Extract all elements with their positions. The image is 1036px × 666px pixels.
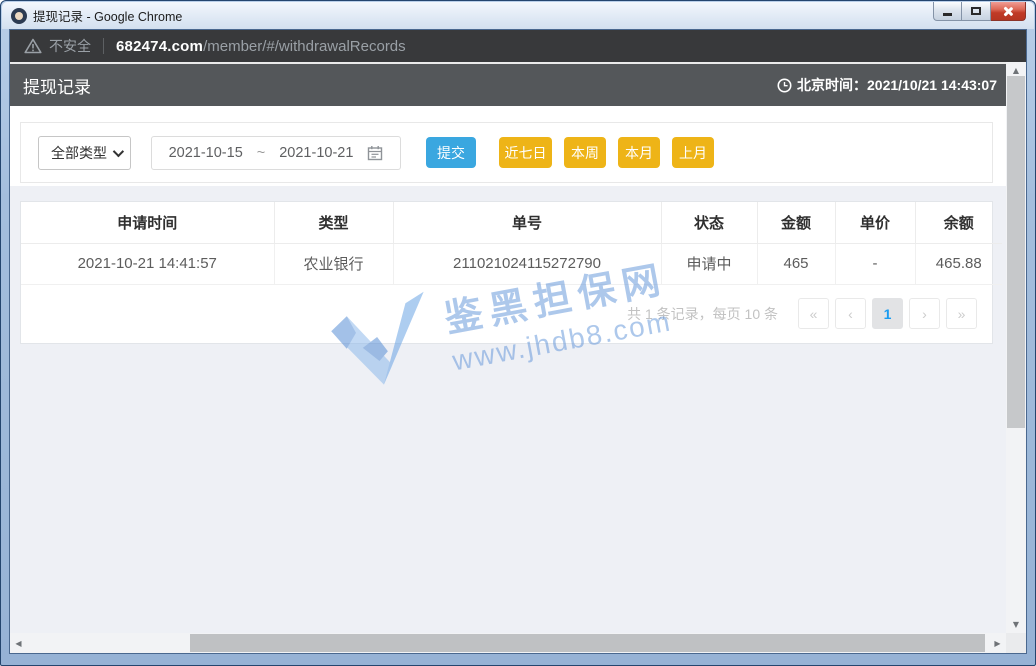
cell-amount: 465 <box>757 243 835 284</box>
minimize-icon <box>943 13 952 16</box>
window-titlebar: 提现记录 - Google Chrome <box>2 2 1034 29</box>
col-amount: 金额 <box>757 202 835 243</box>
scroll-right-button[interactable]: ▶ <box>989 633 1006 653</box>
col-status: 状态 <box>661 202 757 243</box>
browser-client-area: 不安全 682474.com/member/#/withdrawalRecord… <box>9 29 1027 654</box>
table-row: 2021-10-21 14:41:57 农业银行 211021024115272… <box>21 243 1002 284</box>
date-range-input[interactable]: 2021-10-15 ~ 2021-10-21 <box>151 136 401 170</box>
pagination-last-button[interactable]: » <box>946 298 977 329</box>
quick-range-lastmonth-button[interactable]: 上月 <box>672 137 714 168</box>
cell-unit-price: - <box>835 243 915 284</box>
url-domain: 682474.com <box>116 38 203 55</box>
site-favicon-icon <box>11 8 27 24</box>
close-button[interactable] <box>991 2 1026 21</box>
scroll-down-button[interactable]: ▼ <box>1006 616 1026 633</box>
address-bar: 不安全 682474.com/member/#/withdrawalRecord… <box>10 30 1026 62</box>
url-divider <box>103 38 104 54</box>
col-unit-price: 单价 <box>835 202 915 243</box>
pagination-first-button[interactable]: « <box>798 298 829 329</box>
pagination-next-button[interactable]: › <box>909 298 940 329</box>
col-order-no: 单号 <box>393 202 661 243</box>
page-content: 全部类型 2021-10-15 ~ 2021-10-21 <box>10 106 1006 633</box>
type-select-value: 全部类型 <box>51 143 107 163</box>
col-balance: 余额 <box>915 202 1002 243</box>
page-title: 提现记录 <box>23 73 91 98</box>
url-path: /member/#/withdrawalRecords <box>203 38 406 55</box>
col-type: 类型 <box>274 202 393 243</box>
date-to: 2021-10-21 <box>279 145 353 161</box>
window-controls <box>933 2 1026 21</box>
maximize-button[interactable] <box>962 2 991 21</box>
submit-button[interactable]: 提交 <box>426 137 476 168</box>
vertical-scrollbar[interactable]: ▲ ▼ <box>1006 62 1026 633</box>
minimize-button[interactable] <box>933 2 962 21</box>
scrollbar-corner <box>1006 633 1026 653</box>
cell-type: 农业银行 <box>274 243 393 284</box>
warning-triangle-icon <box>24 38 42 54</box>
pagination-page-1-button[interactable]: 1 <box>872 298 903 329</box>
beijing-time: 北京时间：2021/10/21 14:43:07 <box>777 75 997 95</box>
page-header: 提现记录 北京时间：2021/10/21 14:43:07 <box>10 62 1006 106</box>
cell-apply-time: 2021-10-21 14:41:57 <box>21 243 274 284</box>
maximize-icon <box>971 7 981 15</box>
security-label: 不安全 <box>49 36 91 56</box>
beijing-time-text: 北京时间：2021/10/21 14:43:07 <box>797 75 997 95</box>
cell-balance: 465.88 <box>915 243 1002 284</box>
clock-icon <box>777 78 792 93</box>
window-title: 提现记录 - Google Chrome <box>33 6 182 25</box>
col-apply-time: 申请时间 <box>21 202 274 243</box>
cell-status: 申请中 <box>661 243 757 284</box>
type-select[interactable]: 全部类型 <box>38 136 131 170</box>
filter-toolbar: 全部类型 2021-10-15 ~ 2021-10-21 <box>20 122 993 183</box>
vertical-scrollbar-thumb[interactable] <box>1007 76 1025 428</box>
horizontal-scrollbar-thumb[interactable] <box>190 634 985 652</box>
quick-range-thisweek-button[interactable]: 本周 <box>564 137 606 168</box>
scroll-left-button[interactable]: ◀ <box>10 633 27 653</box>
withdrawal-records-table: 申请时间 类型 单号 状态 金额 单价 余额 2021-10-21 14:41:… <box>21 202 1002 285</box>
chevron-down-icon <box>113 145 124 156</box>
table-header-row: 申请时间 类型 单号 状态 金额 单价 余额 <box>21 202 1002 243</box>
pagination: 共 1 条记录，每页 10 条 « ‹ 1 › » <box>21 285 992 343</box>
pagination-prev-button[interactable]: ‹ <box>835 298 866 329</box>
records-table-card: 申请时间 类型 单号 状态 金额 单价 余额 2021-10-21 14:41:… <box>20 201 993 344</box>
calendar-icon <box>367 145 383 161</box>
horizontal-scrollbar[interactable]: ◀ ▶ <box>10 633 1006 653</box>
quick-range-thismonth-button[interactable]: 本月 <box>618 137 660 168</box>
cell-order-no: 211021024115272790 <box>393 243 661 284</box>
browser-window: 提现记录 - Google Chrome 不安全 682474.com/memb… <box>0 0 1036 666</box>
quick-range-last7days-button[interactable]: 近七日 <box>499 137 552 168</box>
date-separator: ~ <box>257 145 265 161</box>
close-icon <box>1003 6 1014 17</box>
security-indicator[interactable]: 不安全 <box>24 36 91 56</box>
pagination-summary: 共 1 条记录，每页 10 条 <box>627 304 778 324</box>
date-from: 2021-10-15 <box>169 145 243 161</box>
